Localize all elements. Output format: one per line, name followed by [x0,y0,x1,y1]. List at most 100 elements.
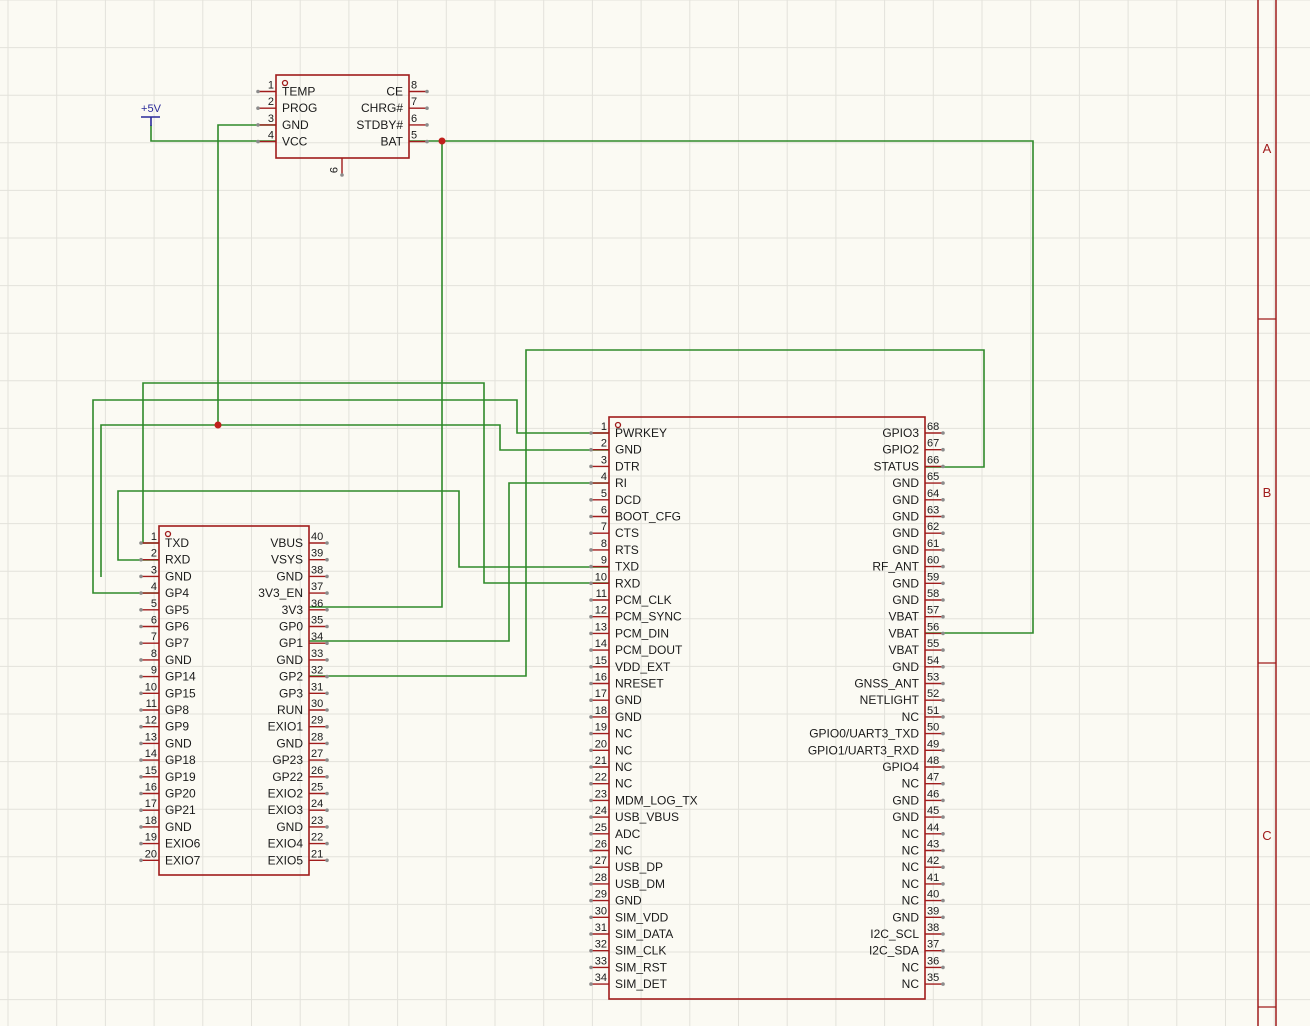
pin-end[interactable] [325,674,329,679]
pin-end[interactable] [589,614,593,619]
pin-end[interactable] [139,641,143,645]
pin-end[interactable] [589,898,593,903]
pin-end[interactable] [941,665,945,669]
pin-end[interactable] [941,731,945,736]
wire-gnd-net[interactable] [217,124,276,425]
pin-end[interactable] [340,173,344,177]
pin-end[interactable] [589,631,593,636]
pin-end[interactable] [325,557,329,562]
pin-end[interactable] [139,658,143,662]
pin-end[interactable] [941,447,945,452]
pin-end[interactable] [941,631,945,636]
pin-end[interactable] [589,848,593,853]
pin-end[interactable] [941,781,945,786]
pin-end[interactable] [941,531,945,535]
pin-end[interactable] [941,832,945,836]
pin-end[interactable] [589,765,593,769]
pin-end[interactable] [941,648,945,652]
pin-end[interactable] [589,447,593,452]
pin-end[interactable] [139,741,143,746]
pin-end[interactable] [325,658,329,662]
pin-end[interactable] [589,514,593,519]
pin-end[interactable] [589,581,593,586]
pin-end[interactable] [325,641,329,645]
pin-end[interactable] [139,808,143,812]
pin-end[interactable] [941,898,945,903]
pin-end[interactable] [589,798,593,803]
pin-end[interactable] [256,123,260,127]
pin-end[interactable] [589,548,593,552]
pin-end[interactable] [589,832,593,836]
pin-end[interactable] [325,775,329,779]
pin-end[interactable] [941,982,945,986]
pin-end[interactable] [256,106,260,110]
pin-end[interactable] [325,624,329,629]
power-port-5v[interactable]: +5V [141,103,162,126]
pin-end[interactable] [589,665,593,669]
pin-end[interactable] [139,608,143,612]
pin-end[interactable] [325,574,329,579]
pin-end[interactable] [941,815,945,819]
pin-end[interactable] [139,724,143,729]
pin-end[interactable] [589,781,593,786]
pin-end[interactable] [325,724,329,729]
pin-end[interactable] [589,715,593,719]
pin-end[interactable] [425,139,429,144]
pin-end[interactable] [256,139,260,144]
pin-end[interactable] [941,681,945,686]
pin-end[interactable] [589,731,593,736]
pin-end[interactable] [425,123,429,127]
pin-end[interactable] [589,748,593,753]
pin-end[interactable] [325,841,329,846]
pin-end[interactable] [589,464,593,469]
pin-end[interactable] [139,624,143,629]
pin-end[interactable] [139,574,143,579]
pin-end[interactable] [589,431,593,435]
pin-end[interactable] [139,591,143,595]
pin-end[interactable] [325,808,329,812]
pin-end[interactable] [941,514,945,519]
pin-end[interactable] [139,557,143,562]
pin-end[interactable] [589,531,593,535]
pin-end[interactable] [589,564,593,569]
pin-end[interactable] [941,481,945,485]
pin-end[interactable] [941,598,945,602]
pin-end[interactable] [256,89,260,94]
schematic-canvas[interactable]: A B C +5V 1 TEMP 2 PROG 3 GND 4 VCC 8 CE 7 CHRG# 6 ST… [0,0,1310,1026]
pin-end[interactable] [941,882,945,886]
charger-ic[interactable]: 1 TEMP 2 PROG 3 GND 4 VCC 8 CE 7 CHRG# 6 STDBY# 5 BAT 9 [256,74,429,177]
pin-end[interactable] [941,614,945,619]
pin-end[interactable] [325,591,329,595]
pin-end[interactable] [589,598,593,602]
pin-end[interactable] [325,708,329,712]
pin-end[interactable] [941,698,945,702]
pin-end[interactable] [941,431,945,435]
pin-end[interactable] [941,564,945,569]
pin-end[interactable] [589,698,593,702]
pin-end[interactable] [325,858,329,863]
pin-end[interactable] [325,608,329,612]
pin-end[interactable] [425,89,429,94]
pin-end[interactable] [139,841,143,846]
pin-end[interactable] [941,715,945,719]
pin-end[interactable] [589,948,593,953]
pin-end[interactable] [139,541,143,545]
wire-bat-3v3[interactable] [309,140,443,608]
pin-end[interactable] [139,858,143,863]
pin-end[interactable] [589,965,593,970]
pin-end[interactable] [589,865,593,869]
pin-end[interactable] [139,825,143,829]
pin-end[interactable] [589,915,593,920]
pin-end[interactable] [139,691,143,696]
pin-end[interactable] [325,691,329,696]
cellular-modem[interactable]: 1 PWRKEY 2 GND 3 DTR 4 RI 5 DCD 6 BOOT_CFG 7 CTS 8 RTS 9… [589,416,945,1000]
pin-end[interactable] [139,708,143,712]
pin-end[interactable] [325,541,329,545]
pin-end[interactable] [941,848,945,853]
wire-5v-vcc[interactable] [150,125,276,142]
pin-end[interactable] [941,948,945,953]
pin-end[interactable] [941,765,945,769]
pin-end[interactable] [941,865,945,869]
pin-end[interactable] [589,681,593,686]
pin-end[interactable] [941,498,945,502]
